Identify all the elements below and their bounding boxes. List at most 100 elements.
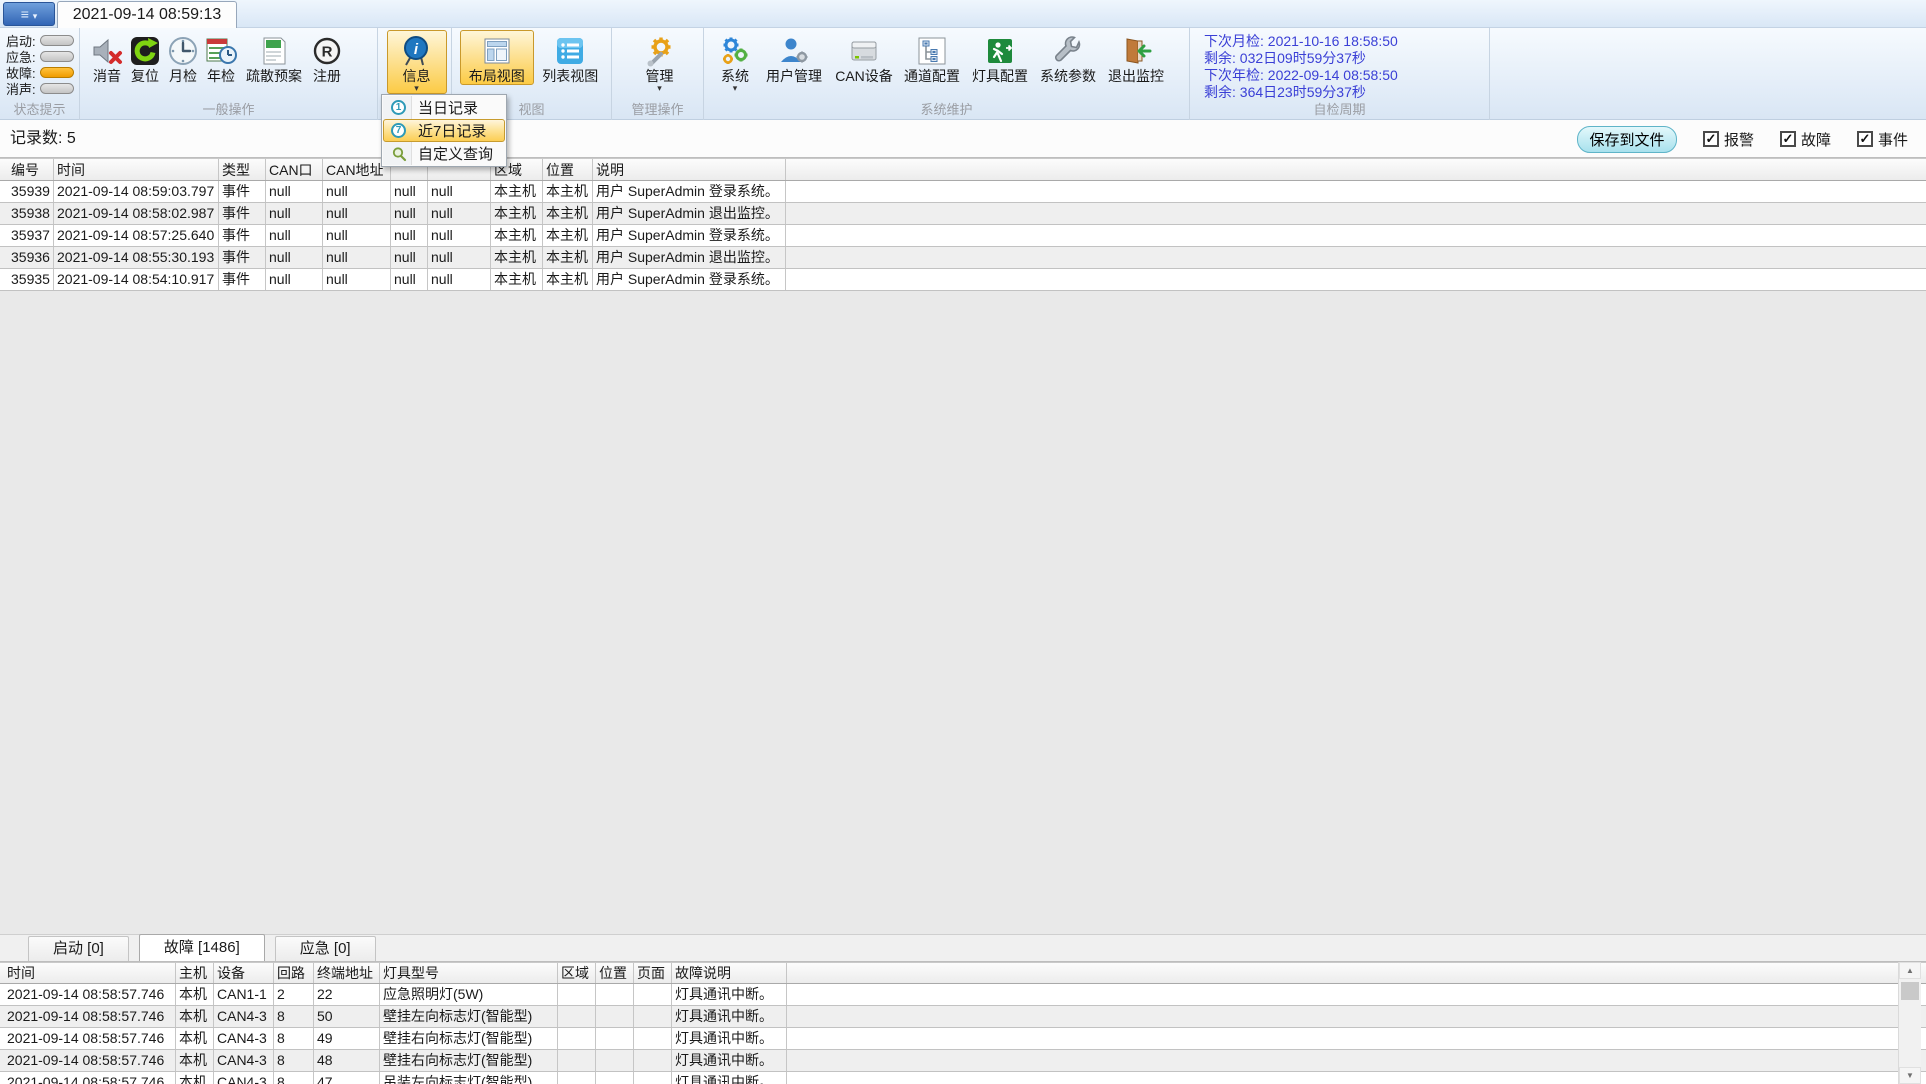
column-header[interactable]: 设备 [214, 963, 274, 983]
cell: 灯具通讯中断。 [672, 1050, 787, 1071]
column-header[interactable]: 区域 [558, 963, 596, 983]
column-header[interactable]: 位置 [596, 963, 634, 983]
checkbox-check-icon: ✓ [1856, 131, 1873, 147]
scroll-up-arrow-icon[interactable]: ▲ [1899, 962, 1921, 979]
cell [596, 1006, 634, 1027]
table-row[interactable]: 2021-09-14 08:58:57.746 本机 CAN4-3 8 50 壁挂左向标志… [0, 1006, 1926, 1028]
evacuation-plan-button[interactable]: 疏散预案 [240, 30, 308, 85]
fault-table-header: 时间 主机 设备 回路 终端地址 灯具型号 区域 位置 页面 故障说明 [0, 962, 1926, 984]
status-pill-silence [40, 82, 74, 94]
scroll-down-arrow-icon[interactable]: ▼ [1899, 1067, 1921, 1084]
app-menu-button[interactable]: ≡ ▾ [3, 2, 55, 26]
column-header[interactable]: 时间 [4, 963, 176, 983]
lamp-config-button[interactable]: 灯具配置 [966, 30, 1034, 85]
circled-7-icon: 7 [391, 123, 406, 138]
vertical-scrollbar[interactable]: ▲ ▼ [1898, 962, 1921, 1084]
column-header[interactable]: 位置 [543, 159, 593, 180]
exit-monitor-button[interactable]: 退出监控 [1102, 30, 1170, 85]
event-checkbox[interactable]: ✓ 事件 [1856, 129, 1908, 150]
table-row[interactable]: 2021-09-14 08:58:57.746 本机 CAN4-3 8 49 壁挂右向标志… [0, 1028, 1926, 1050]
chevron-down-icon: ▾ [414, 83, 419, 93]
system-params-button[interactable]: 系统参数 [1034, 30, 1102, 85]
exit-door-icon [1126, 38, 1152, 64]
cell: null [428, 181, 491, 202]
cell: 48 [314, 1050, 380, 1071]
window-title-tab[interactable]: 2021-09-14 08:59:13 [57, 1, 237, 28]
cell: 本主机 [543, 181, 593, 202]
tab-emergency[interactable]: 应急 [0] [274, 936, 376, 961]
manage-button[interactable]: 管理 ▾ [630, 30, 690, 94]
tab-start[interactable]: 启动 [0] [28, 936, 129, 961]
cell: 事件 [219, 225, 266, 246]
channel-config-button[interactable]: 通道配置 [898, 30, 966, 85]
cell: 35937 [8, 225, 54, 246]
table-row[interactable]: 35936 2021-09-14 08:55:30.193 事件 null null nu… [0, 247, 1926, 269]
cell: 本机 [176, 1028, 214, 1049]
exit-sign-icon [988, 39, 1013, 63]
next-annual-check: 下次年检: 2022-09-14 08:58:50 [1204, 67, 1398, 83]
cell: null [266, 181, 323, 202]
can-device-button[interactable]: CAN设备 [830, 30, 898, 85]
info-button[interactable]: i 信息 ▾ [386, 30, 447, 94]
calendar-clock-icon [206, 38, 237, 64]
cell: 壁挂左向标志灯(智能型) [380, 1006, 558, 1027]
table-row[interactable]: 35938 2021-09-14 08:58:02.987 事件 null null nu… [0, 203, 1926, 225]
scrollbar-thumb[interactable] [1901, 982, 1919, 1000]
layout-view-button[interactable]: 布局视图 [460, 30, 534, 85]
alarm-checkbox[interactable]: ✓ 报警 [1702, 129, 1754, 150]
table-row[interactable]: 35937 2021-09-14 08:57:25.640 事件 null null nu… [0, 225, 1926, 247]
titlebar: ≡ ▾ 2021-09-14 08:59:13 [0, 0, 1926, 28]
column-header[interactable]: 灯具型号 [380, 963, 558, 983]
reset-button[interactable]: 复位 [126, 30, 164, 85]
save-to-file-button[interactable]: 保存到文件 [1576, 125, 1677, 153]
table-row[interactable]: 2021-09-14 08:58:57.746 本机 CAN4-3 8 47 吊装左向标志… [0, 1072, 1926, 1084]
cell [596, 1050, 634, 1071]
column-header[interactable]: 编号 [8, 159, 54, 180]
fault-checkbox[interactable]: ✓ 故障 [1779, 129, 1831, 150]
content-area [0, 291, 1926, 934]
table-row[interactable]: 2021-09-14 08:58:57.746 本机 CAN4-3 8 48 壁挂右向标志… [0, 1050, 1926, 1072]
column-header[interactable]: 故障说明 [672, 963, 787, 983]
user-management-button[interactable]: 用户管理 [758, 30, 830, 85]
layout-view-icon [484, 38, 510, 64]
column-header[interactable]: 回路 [274, 963, 314, 983]
column-header[interactable]: 说明 [593, 159, 786, 180]
cell [634, 1072, 672, 1084]
monthly-check-button[interactable]: 月检 [164, 30, 202, 85]
menu-item-today-records[interactable]: 1 当日记录 [383, 96, 505, 119]
column-header[interactable]: 时间 [54, 159, 219, 180]
record-bar: 记录数: 5 保存到文件 ✓ 报警 ✓ 故障 ✓ 事件 [0, 120, 1926, 158]
cell: null [323, 269, 391, 290]
menu-item-last-7-days-records[interactable]: 7 近7日记录 [383, 119, 505, 142]
table-row[interactable]: 2021-09-14 08:58:57.746 本机 CAN1-1 2 22 应急照明灯(… [0, 984, 1926, 1006]
cell: null [428, 247, 491, 268]
cell: 本主机 [491, 203, 543, 224]
fault-table: 时间 主机 设备 回路 终端地址 灯具型号 区域 位置 页面 故障说明 2021-09-14 08… [0, 962, 1926, 1084]
register-button[interactable]: R 注册 [308, 30, 346, 85]
column-header[interactable]: 页面 [634, 963, 672, 983]
list-view-button[interactable]: 列表视图 [534, 30, 608, 85]
cell: 35939 [8, 181, 54, 202]
cell: 本主机 [543, 225, 593, 246]
cell: 50 [314, 1006, 380, 1027]
column-header[interactable]: 类型 [219, 159, 266, 180]
column-header[interactable]: 主机 [176, 963, 214, 983]
cell: CAN4-3 [214, 1072, 274, 1084]
system-button[interactable]: 系统 ▾ [712, 30, 758, 94]
column-header[interactable]: 终端地址 [314, 963, 380, 983]
cell: 壁挂右向标志灯(智能型) [380, 1050, 558, 1071]
channel-tree-icon [918, 37, 946, 65]
cell [596, 1028, 634, 1049]
column-header[interactable]: CAN口 [266, 159, 323, 180]
annual-check-button[interactable]: 年检 [202, 30, 240, 85]
tab-fault[interactable]: 故障 [1486] [138, 934, 265, 961]
cell: 49 [314, 1028, 380, 1049]
mute-button[interactable]: 消音 [88, 30, 126, 85]
cell: 47 [314, 1072, 380, 1084]
table-row[interactable]: 35935 2021-09-14 08:54:10.917 事件 null null nu… [0, 269, 1926, 291]
cell: 本主机 [543, 247, 593, 268]
records-table: 编号 时间 类型 CAN口 CAN地址 区域 位置 说明 35939 2021-09-14 08… [0, 158, 1926, 291]
menu-item-custom-query[interactable]: 自定义查询 [383, 142, 505, 165]
table-row[interactable]: 35939 2021-09-14 08:59:03.797 事件 null null nu… [0, 181, 1926, 203]
cell: 用户 SuperAdmin 登录系统。 [593, 269, 786, 290]
